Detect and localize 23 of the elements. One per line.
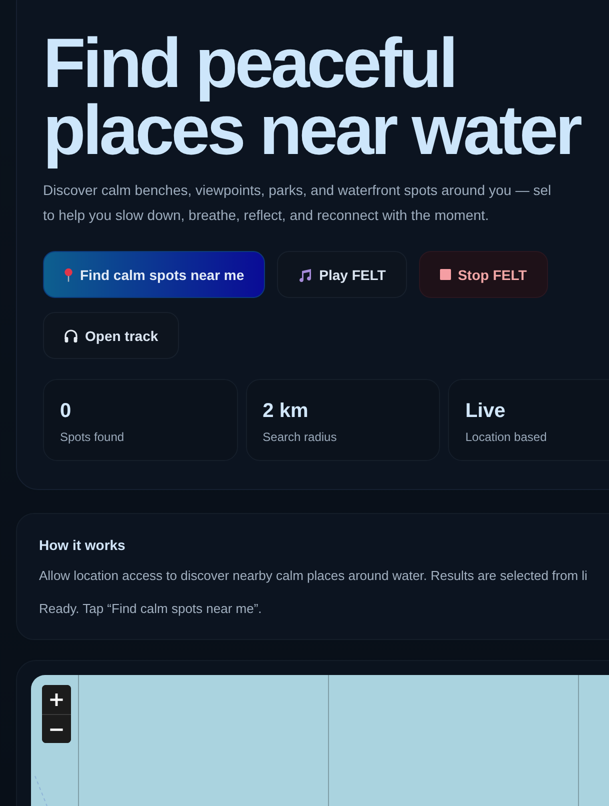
stop-square-icon bbox=[440, 269, 451, 280]
find-spots-button[interactable]: Find calm spots near me bbox=[43, 251, 266, 298]
pin-icon bbox=[64, 268, 73, 282]
info-title: How it works bbox=[39, 536, 126, 555]
stop-button[interactable]: Stop FELT bbox=[418, 251, 548, 298]
music-note-icon bbox=[298, 268, 312, 282]
description-text: Discover calm benches, viewpoints, parks, and waterfront spots around you — sel bbox=[43, 181, 552, 200]
stat-label: Spots found bbox=[60, 430, 124, 445]
dashed-boundary-line bbox=[34, 775, 48, 806]
headphones-icon bbox=[64, 328, 78, 342]
action-button[interactable]: Play FELT bbox=[277, 251, 407, 298]
stat-value: 2 km bbox=[262, 400, 308, 422]
status-text: Ready. Tap “Find calm spots near me”. bbox=[39, 600, 262, 618]
stat-value: Live bbox=[465, 400, 506, 422]
stat-label: Search radius bbox=[262, 430, 337, 445]
stat-label: Location based bbox=[465, 430, 547, 445]
map-area[interactable]: + − bbox=[31, 675, 609, 806]
stat-value: 0 bbox=[60, 400, 72, 422]
info-text: Allow location access to discover nearby calm places around water. Results are selected from li bbox=[39, 567, 588, 585]
action-button[interactable]: Open track bbox=[43, 312, 180, 359]
zoom-out-button[interactable]: − bbox=[42, 714, 71, 743]
headline: Find peaceful places near water bbox=[43, 28, 582, 170]
description-text: to help you slow down, breathe, reflect, and reconnect with the moment. bbox=[43, 206, 489, 225]
